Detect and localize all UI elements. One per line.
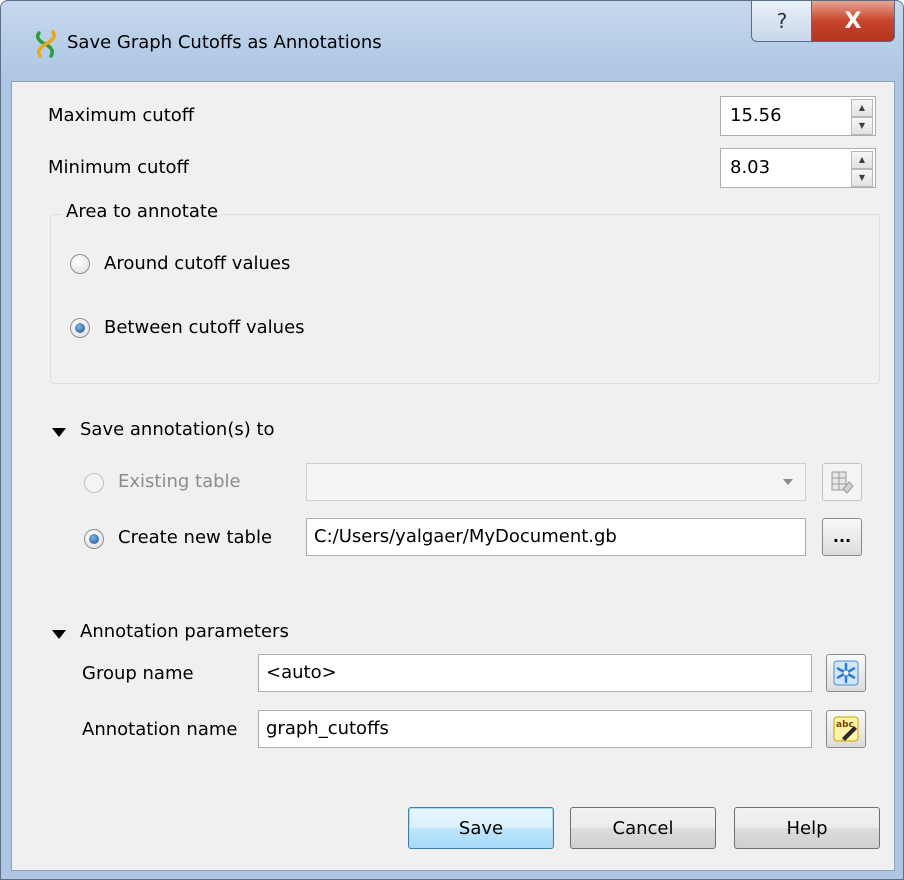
create-new-table-radio[interactable]: [84, 529, 104, 549]
spin-down-icon[interactable]: ▼: [851, 117, 873, 135]
minimum-cutoff-label: Minimum cutoff: [48, 157, 189, 178]
area-to-annotate-title: Area to annotate: [62, 201, 223, 222]
new-table-path-input[interactable]: C:/Users/yalgaer/MyDocument.gb: [306, 518, 806, 556]
dialog-window: Save Graph Cutoffs as Annotations ? X Ma…: [0, 0, 904, 880]
chevron-down-icon: [783, 479, 793, 485]
maximum-cutoff-value: 15.56: [730, 105, 782, 126]
title-help-button[interactable]: ?: [751, 1, 813, 42]
open-table-button[interactable]: [822, 463, 862, 501]
new-table-path-value: C:/Users/yalgaer/MyDocument.gb: [314, 526, 617, 547]
browse-button[interactable]: ...: [822, 518, 862, 556]
title-bar[interactable]: Save Graph Cutoffs as Annotations ? X: [1, 1, 903, 81]
group-name-value: <auto>: [266, 662, 337, 683]
spin-down-icon[interactable]: ▼: [851, 169, 873, 187]
minimum-cutoff-value: 8.03: [730, 157, 771, 178]
spelling-button[interactable]: abc: [826, 710, 866, 748]
question-icon: ?: [776, 9, 788, 33]
table-open-icon: [831, 471, 854, 494]
close-button[interactable]: X: [811, 1, 895, 42]
around-cutoff-radio[interactable]: [70, 254, 90, 274]
dialog-body: Maximum cutoff 15.56 ▲ ▼ Minimum cutoff …: [11, 81, 895, 871]
group-select-button[interactable]: [826, 654, 866, 692]
snowflake-icon: [833, 660, 859, 686]
expand-triangle-icon[interactable]: [52, 630, 66, 639]
annotation-name-label: Annotation name: [82, 719, 238, 740]
save-annotations-header[interactable]: Save annotation(s) to: [80, 419, 275, 440]
annotation-parameters-header[interactable]: Annotation parameters: [80, 621, 289, 642]
abc-glyph: abc: [836, 720, 854, 730]
existing-table-radio[interactable]: [84, 473, 104, 493]
cancel-button[interactable]: Cancel: [570, 807, 716, 849]
existing-table-label[interactable]: Existing table: [118, 471, 241, 492]
help-button[interactable]: Help: [734, 807, 880, 849]
expand-triangle-icon[interactable]: [52, 428, 66, 437]
around-cutoff-label[interactable]: Around cutoff values: [104, 253, 290, 274]
annotation-name-value: graph_cutoffs: [266, 718, 389, 739]
close-icon: X: [844, 8, 862, 34]
minimum-cutoff-spinbox[interactable]: 8.03 ▲ ▼: [720, 148, 876, 188]
app-logo-icon: [35, 30, 56, 58]
existing-table-combobox[interactable]: [306, 463, 806, 501]
group-name-label: Group name: [82, 663, 194, 684]
maximum-cutoff-spinbox[interactable]: 15.56 ▲ ▼: [720, 96, 876, 136]
area-to-annotate-group: [50, 214, 880, 384]
ellipsis-icon: ...: [832, 527, 852, 546]
window-title: Save Graph Cutoffs as Annotations: [67, 32, 382, 53]
spin-up-icon[interactable]: ▲: [851, 99, 873, 117]
spin-up-icon[interactable]: ▲: [851, 151, 873, 169]
abc-pencil-icon: abc: [833, 716, 859, 742]
between-cutoff-radio[interactable]: [70, 318, 90, 338]
group-name-input[interactable]: <auto>: [258, 654, 812, 692]
annotation-name-input[interactable]: graph_cutoffs: [258, 710, 812, 748]
save-button[interactable]: Save: [408, 807, 554, 849]
create-new-table-label[interactable]: Create new table: [118, 527, 272, 548]
maximum-cutoff-label: Maximum cutoff: [48, 105, 195, 126]
between-cutoff-label[interactable]: Between cutoff values: [104, 317, 305, 338]
